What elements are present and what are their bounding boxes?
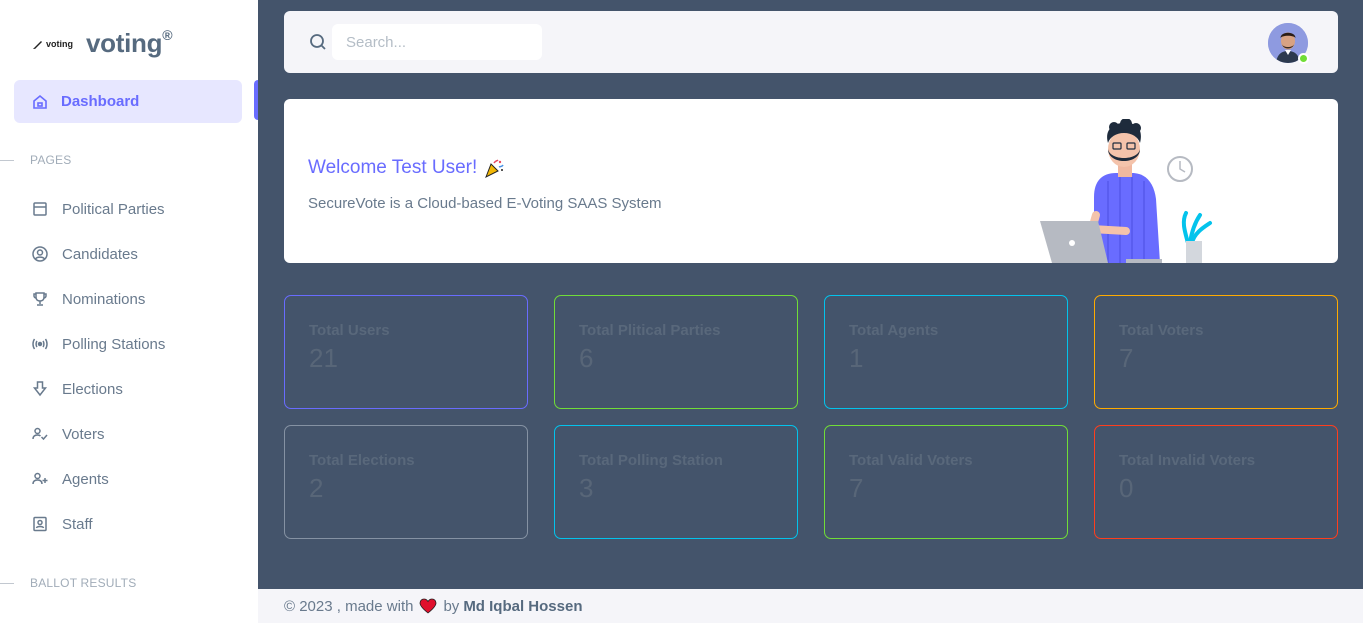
sidebar-item-label: Political Parties [62, 200, 165, 218]
footer-by: by [443, 597, 460, 615]
welcome-subtitle: SecureVote is a Cloud-based E-Voting SAA… [308, 195, 662, 212]
stat-label: Total Agents [849, 322, 939, 339]
section-header-ballot-results: BALLOT RESULTS [0, 576, 136, 590]
brand-logo: voting [32, 38, 82, 50]
welcome-card: Welcome Test User! SecureVote is a Cloud… [284, 99, 1338, 263]
welcome-title: Welcome Test User! [308, 157, 505, 179]
sidebar: voting voting® Dashboard PAGES Political… [0, 0, 258, 623]
topbar [284, 11, 1338, 73]
stat-card-total-polling-station[interactable]: Total Polling Station 3 [554, 425, 798, 539]
stat-card-total-users[interactable]: Total Users 21 [284, 295, 528, 409]
stat-label: Total Invalid Voters [1119, 452, 1256, 469]
footer: © 2023 , made with by Md Iqbal Hossen [258, 589, 1363, 623]
welcome-title-text: Welcome Test User! [308, 157, 478, 178]
sidebar-item-label: Polling Stations [62, 335, 166, 353]
stat-value: 0 [1119, 473, 1134, 503]
user-check-icon [31, 425, 49, 443]
stat-value: 2 [309, 473, 324, 503]
stat-value: 6 [579, 343, 594, 373]
sidebar-item-nominations[interactable]: Nominations [31, 290, 145, 308]
sidebar-item-staff[interactable]: Staff [31, 515, 93, 533]
sidebar-item-political-parties[interactable]: Political Parties [31, 200, 165, 218]
stat-card-total-valid-voters[interactable]: Total Valid Voters 7 [824, 425, 1068, 539]
stat-label: Total Plitical Parties [579, 322, 721, 339]
user-circle-icon [31, 245, 49, 263]
stat-value: 21 [309, 343, 338, 373]
sidebar-item-label: Candidates [62, 245, 138, 263]
stat-card-total-elections[interactable]: Total Elections 2 [284, 425, 528, 539]
sidebar-item-label: Staff [62, 515, 93, 533]
stat-value: 1 [849, 343, 864, 373]
window-icon [31, 200, 49, 218]
section-header-pages: PAGES [0, 153, 71, 167]
home-icon [31, 93, 49, 111]
stat-label: Total Valid Voters [849, 452, 973, 469]
sidebar-item-candidates[interactable]: Candidates [31, 245, 138, 263]
brand-name: voting® [86, 27, 173, 59]
stat-card-total-political-parties[interactable]: Total Plitical Parties 6 [554, 295, 798, 409]
stat-label: Total Voters [1119, 322, 1204, 339]
sidebar-item-label: Agents [62, 470, 109, 488]
sidebar-item-voters[interactable]: Voters [31, 425, 105, 443]
stat-value: 7 [849, 473, 864, 503]
brand-logo-text: voting [46, 38, 73, 49]
sidebar-item-label: Elections [62, 380, 123, 398]
registered-mark: ® [162, 27, 173, 44]
trophy-icon [31, 290, 49, 308]
footer-prefix: © 2023 , made with [284, 597, 414, 615]
stat-value: 7 [1119, 343, 1134, 373]
stat-card-total-agents[interactable]: Total Agents 1 [824, 295, 1068, 409]
footer-author-link[interactable]: Md Iqbal Hossen [463, 598, 582, 615]
sidebar-item-label: Voters [62, 425, 105, 443]
stat-label: Total Users [309, 322, 390, 339]
brand[interactable]: voting voting® [32, 27, 173, 59]
sidebar-item-elections[interactable]: Elections [31, 380, 123, 398]
search-input[interactable] [332, 24, 542, 60]
active-indicator [254, 80, 258, 120]
stat-card-total-voters[interactable]: Total Voters 7 [1094, 295, 1338, 409]
brand-name-text: voting [86, 28, 163, 58]
sidebar-item-label: Dashboard [61, 93, 140, 110]
sidebar-item-polling-stations[interactable]: Polling Stations [31, 335, 165, 353]
sidebar-item-dashboard[interactable]: Dashboard [14, 80, 242, 123]
search-icon[interactable] [308, 32, 328, 52]
user-plus-icon [31, 470, 49, 488]
arrow-down-icon [31, 380, 49, 398]
stat-label: Total Polling Station [579, 452, 723, 469]
sidebar-item-label: Nominations [62, 290, 146, 308]
pen-icon [33, 40, 42, 49]
online-status-dot [1298, 53, 1309, 64]
heart-icon [419, 598, 437, 614]
stat-value: 3 [579, 473, 594, 503]
party-popper-icon [483, 157, 505, 179]
user-badge-icon [31, 515, 49, 533]
broadcast-icon [31, 335, 49, 353]
developer-illustration [1040, 119, 1212, 263]
sidebar-item-agents[interactable]: Agents [31, 470, 109, 488]
stat-card-total-invalid-voters[interactable]: Total Invalid Voters 0 [1094, 425, 1338, 539]
stat-label: Total Elections [309, 452, 415, 469]
